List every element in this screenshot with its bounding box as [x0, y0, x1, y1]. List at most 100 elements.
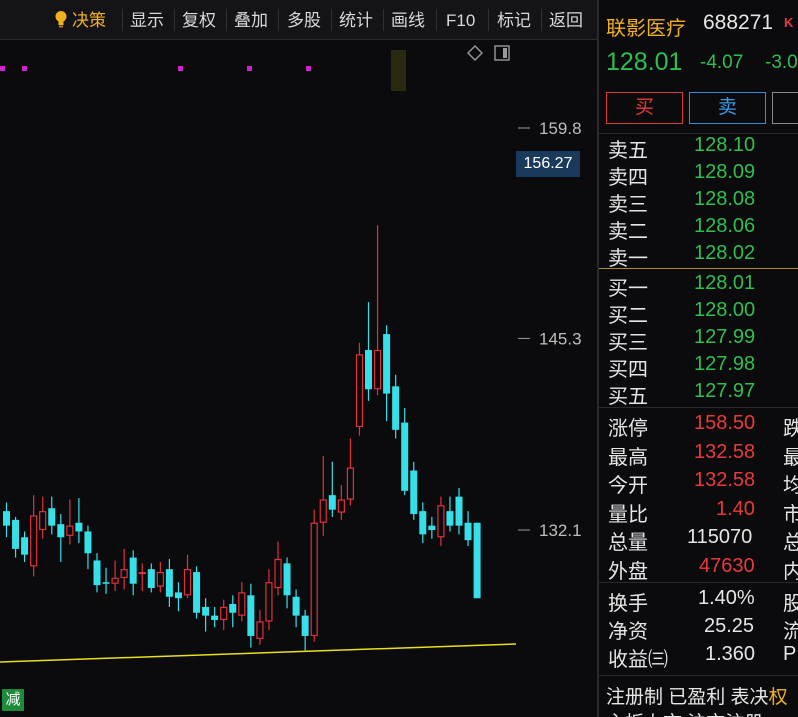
candle-body	[129, 557, 137, 584]
stat-label: 量比	[608, 504, 648, 526]
toolbar-display-button[interactable]: 显示	[130, 8, 164, 34]
price-change-percent: -3.0	[765, 52, 798, 73]
stat-label: 涨停	[608, 418, 648, 440]
toolbar-separator	[488, 9, 489, 31]
candle-body	[211, 615, 219, 620]
ask-price[interactable]: 128.02	[694, 242, 755, 265]
diamond-icon[interactable]	[466, 44, 484, 62]
stat-value: 115070	[687, 526, 753, 548]
signal-marker	[22, 66, 27, 71]
candle-body	[464, 522, 472, 541]
bar-highlight	[391, 50, 406, 91]
toolbar-decision-label: 决策	[72, 11, 106, 30]
candle-body	[57, 524, 65, 538]
candle-body	[21, 537, 29, 555]
stock-tags-line[interactable]: 注册制 已盈利 表决权	[606, 682, 788, 709]
bid-price[interactable]: 128.00	[694, 299, 755, 322]
candle-body	[138, 571, 146, 575]
stat-right-label: 最	[783, 447, 798, 469]
stat-value: 47630	[699, 555, 755, 577]
candle-body	[310, 522, 318, 637]
chart-toolbar: 决策 显示 复权 叠加 多股 统计 画线 F10 标记 返回	[0, 0, 598, 40]
fund-value: 25.25	[704, 615, 755, 637]
toolbar-separator	[174, 9, 175, 31]
price-change: -4.07	[700, 52, 744, 73]
fund-value: 1.360	[705, 643, 756, 665]
bid-label: 买四	[608, 359, 648, 381]
stat-label: 最高	[608, 447, 648, 469]
toolbar-separator	[122, 9, 123, 31]
bid-label: 买二	[608, 305, 648, 327]
bid-price[interactable]: 128.01	[694, 272, 755, 295]
support-trend-line[interactable]	[0, 643, 517, 663]
sell-button[interactable]: 卖	[689, 92, 766, 124]
candle-body	[256, 621, 264, 639]
candle-body	[147, 569, 155, 589]
kline-chart[interactable]: 159.8 145.3 132.1 156.27 减	[0, 41, 597, 717]
toolbar-mark-button[interactable]: 标记	[497, 8, 531, 34]
candle-body	[12, 519, 20, 549]
toolbar-f10-button[interactable]: F10	[446, 8, 475, 34]
stat-value: 132.58	[694, 441, 756, 463]
stat-label: 外盘	[608, 561, 648, 583]
k-tag[interactable]: K	[784, 15, 793, 30]
signal-marker	[247, 66, 252, 71]
stat-label: 今开	[608, 475, 648, 497]
more-trade-button[interactable]	[772, 92, 798, 124]
bid-price[interactable]: 127.99	[694, 326, 755, 349]
toolbar-draw-button[interactable]: 画线	[391, 8, 425, 34]
candle-body	[75, 522, 83, 532]
candle-body	[292, 596, 300, 616]
ask-price[interactable]: 128.06	[694, 215, 755, 238]
candle-body	[428, 525, 436, 530]
bid-price[interactable]: 127.97	[694, 380, 755, 403]
stat-value: 1.40	[716, 498, 755, 520]
panel-toggle-icon[interactable]	[493, 44, 511, 62]
stat-right-label: 均	[783, 475, 798, 497]
toolbar-adjust-button[interactable]: 复权	[182, 8, 216, 34]
fund-right-label: 股	[783, 593, 798, 615]
candle-body	[383, 334, 391, 394]
candle-body	[319, 499, 327, 523]
candle-body	[48, 508, 56, 526]
toolbar-stats-button[interactable]: 统计	[339, 8, 373, 34]
bid-label: 买三	[608, 332, 648, 354]
ask-price[interactable]: 128.10	[694, 134, 755, 157]
current-price-marker: 156.27	[516, 151, 580, 177]
listing-info-line[interactable]: 主板上市 沪市注册	[606, 708, 763, 717]
fund-right-label: 流	[783, 621, 798, 643]
candle-body	[410, 470, 418, 515]
toolbar-multistock-button[interactable]: 多股	[287, 8, 321, 34]
candle-body	[193, 572, 201, 613]
reduce-badge[interactable]: 减	[2, 689, 24, 711]
candle-body	[373, 349, 382, 390]
stat-label: 总量	[608, 532, 648, 554]
toolbar-back-button[interactable]: 返回	[549, 8, 583, 34]
stat-value: 132.58	[694, 469, 756, 491]
candle-body	[30, 515, 38, 567]
ask-label: 卖三	[608, 194, 648, 216]
buy-button[interactable]: 买	[606, 92, 683, 124]
ask-price[interactable]: 128.08	[694, 188, 755, 211]
ask-label: 卖五	[608, 140, 648, 162]
stock-tags-highlight: 权	[768, 687, 788, 708]
last-price: 128.01	[606, 48, 683, 76]
ask-price[interactable]: 128.09	[694, 161, 755, 184]
price-tick-label: 132.1	[539, 521, 582, 540]
candle-body	[156, 571, 164, 587]
signal-markers	[0, 66, 311, 71]
toolbar-separator	[278, 9, 279, 31]
toolbar-separator	[383, 9, 384, 31]
toolbar-overlay-button[interactable]: 叠加	[234, 8, 268, 34]
toolbar-separator	[331, 9, 332, 31]
stat-right-label: 跌	[783, 418, 798, 440]
toolbar-decision-button[interactable]: 决策	[54, 8, 106, 34]
toolbar-separator	[226, 9, 227, 31]
kline-chart-canvas: 159.8 145.3 132.1	[0, 50, 582, 663]
section-divider	[599, 582, 798, 583]
bid-price[interactable]: 127.98	[694, 353, 755, 376]
candle-body	[229, 604, 237, 613]
price-tick-label: 159.8	[539, 119, 582, 138]
ask-label: 卖二	[608, 221, 648, 243]
candle-body	[455, 496, 463, 526]
